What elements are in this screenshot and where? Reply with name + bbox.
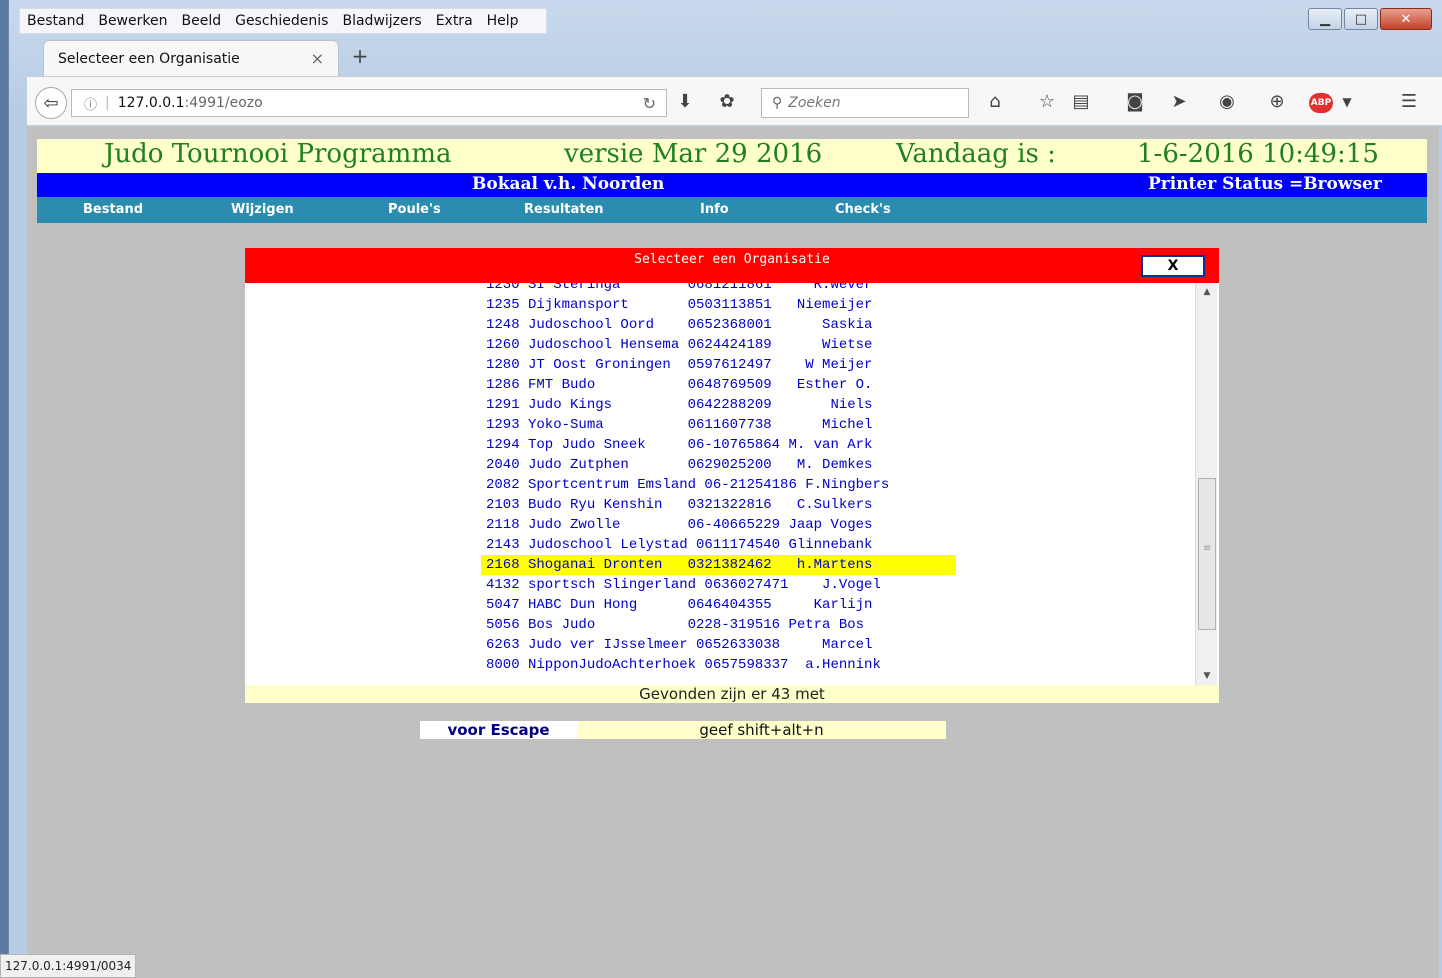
download-icon[interactable]: ⬇ [673, 91, 697, 112]
browser-tab[interactable]: Selecteer een Organisatie × [43, 40, 339, 76]
menu-item-wijzigen[interactable]: Wijzigen [231, 202, 294, 217]
menu-extra[interactable]: Extra [429, 13, 480, 29]
escape-shortcut: geef shift+alt+n [699, 721, 824, 739]
menu-item-poules[interactable]: Poule's [388, 202, 441, 217]
menubar: Bestand Bewerken Beeld Geschiedenis Blad… [19, 8, 547, 34]
search-placeholder: Zoeken [788, 95, 841, 111]
organisation-row[interactable]: 2082 Sportcentrum Emsland 06-21254186 F.… [481, 475, 956, 495]
dialog-title: Selecteer een Organisatie [634, 252, 830, 267]
reload-icon[interactable]: ↻ [643, 94, 656, 113]
chat-icon[interactable]: ◉ [1215, 91, 1239, 112]
organisation-row[interactable]: 2143 Judoschool Lelystad 0611174540 Glin… [481, 535, 956, 555]
close-window-button[interactable]: ✕ [1380, 8, 1432, 30]
maximize-button[interactable]: □ [1344, 8, 1378, 30]
scroll-up-icon[interactable]: ▲ [1196, 283, 1218, 301]
organisation-row[interactable]: 2168 Shoganai Dronten 0321382462 h.Marte… [481, 555, 956, 575]
scroll-down-icon[interactable]: ▼ [1196, 667, 1218, 685]
organisation-row[interactable]: 1260 Judoschool Hensema 0624424189 Wiets… [481, 335, 956, 355]
scroll-thumb[interactable]: ≡ [1198, 478, 1216, 630]
organisation-row[interactable]: 2040 Judo Zutphen 0629025200 M. Demkes [481, 455, 956, 475]
organisation-row[interactable]: 1280 JT Oost Groningen 0597612497 W Meij… [481, 355, 956, 375]
pocket-icon[interactable]: ◙ [1123, 91, 1147, 112]
grip-icon: ≡ [1203, 543, 1212, 554]
organisation-list: 1230 SI Steringa 0681211861 R.wever 1235 … [245, 283, 1195, 685]
organisation-row[interactable]: 8000 NipponJudoAchterhoek 0657598337 a.H… [481, 655, 956, 675]
organisation-row[interactable]: 2118 Judo Zwolle 06-40665229 Jaap Voges [481, 515, 956, 535]
close-icon: ✕ [1400, 11, 1412, 27]
menu-geschiedenis[interactable]: Geschiedenis [228, 13, 335, 29]
globe-icon[interactable]: ⊕ [1265, 91, 1289, 112]
info-icon[interactable]: ⓘ [84, 94, 97, 113]
current-datetime: 1-6-2016 10:49:15 [1137, 139, 1379, 169]
window-controls: ▁ □ ✕ [1308, 8, 1432, 30]
app-version: versie Mar 29 2016 [564, 139, 823, 169]
organisation-row[interactable]: 1286 FMT Budo 0648769509 Esther O. [481, 375, 956, 395]
send-icon[interactable]: ➤ [1167, 91, 1191, 112]
search-icon: ⚲ [772, 95, 783, 111]
organisation-row[interactable]: 6263 Judo ver IJsselmeer 0652633038 Marc… [481, 635, 956, 655]
app-title: Judo Tournooi Programma [104, 139, 452, 169]
organisation-row[interactable]: 1291 Judo Kings 0642288209 Niels [481, 395, 956, 415]
organisation-dialog: Selecteer een Organisatie X 1230 SI Ster… [245, 248, 1219, 703]
menu-item-info[interactable]: Info [700, 202, 729, 217]
organisation-row[interactable]: 1248 Judoschool Oord 0652368001 Saskia [481, 315, 956, 335]
bookmark-star-icon[interactable]: ☆ [1035, 91, 1059, 112]
menu-bewerken[interactable]: Bewerken [91, 13, 174, 29]
minimize-button[interactable]: ▁ [1308, 8, 1342, 30]
tab-title: Selecteer een Organisatie [58, 50, 240, 67]
menu-bestand[interactable]: Bestand [20, 13, 91, 29]
reading-list-icon[interactable]: ▤ [1069, 91, 1093, 112]
today-label: Vandaag is : [896, 139, 1056, 169]
chevron-down-icon[interactable]: ▼ [1335, 95, 1359, 109]
menu-help[interactable]: Help [480, 13, 526, 29]
printer-status: Printer Status =Browser [1148, 174, 1382, 194]
found-count: Gevonden zijn er 43 met [245, 685, 1219, 703]
tournament-bar: Bokaal v.h. Noorden Printer Status =Brow… [37, 173, 1427, 197]
organisation-row[interactable]: 1230 SI Steringa 0681211861 R.wever [481, 283, 956, 295]
menu-item-resultaten[interactable]: Resultaten [524, 202, 604, 217]
new-tab-button[interactable]: + [349, 44, 371, 68]
menu-item-checks[interactable]: Check's [835, 202, 891, 217]
escape-label: voor Escape [420, 721, 577, 739]
minimize-icon: ▁ [1320, 11, 1330, 27]
back-arrow-icon: ⇦ [43, 92, 59, 114]
app-header: Judo Tournooi Programma versie Mar 29 20… [37, 139, 1427, 173]
dialog-close-button[interactable]: X [1141, 255, 1205, 277]
search-input[interactable]: ⚲ Zoeken [761, 88, 969, 118]
tournament-name: Bokaal v.h. Noorden [472, 174, 665, 194]
organisation-row[interactable]: 2103 Budo Ryu Kenshin 0321322816 C.Sulke… [481, 495, 956, 515]
home-icon[interactable]: ⌂ [983, 91, 1007, 112]
organisation-row[interactable]: 1294 Top Judo Sneek 06-10765864 M. van A… [481, 435, 956, 455]
escape-hint: voor Escape geef shift+alt+n [420, 721, 946, 739]
status-url: 127.0.0.1:4991/0034 [0, 954, 137, 978]
menu-beeld[interactable]: Beeld [174, 13, 228, 29]
hamburger-menu-icon[interactable]: ☰ [1397, 91, 1421, 112]
browser-window: Bestand Bewerken Beeld Geschiedenis Blad… [8, 0, 1442, 978]
organisation-row[interactable]: 1235 Dijkmansport 0503113851 Niemeijer [481, 295, 956, 315]
adblock-icon[interactable]: ABP [1309, 93, 1333, 113]
url-separator: | [105, 95, 110, 111]
organisation-row[interactable]: 5047 HABC Dun Hong 0646404355 Karlijn [481, 595, 956, 615]
url-path: :4991/eozo [184, 95, 263, 111]
page-content: Judo Tournooi Programma versie Mar 29 20… [27, 127, 1439, 978]
organisation-row[interactable]: 4132 sportsch Slingerland 0636027471 J.V… [481, 575, 956, 595]
tab-close-icon[interactable]: × [311, 49, 324, 68]
organisation-row[interactable]: 1293 Yoko-Suma 0611607738 Michel [481, 415, 956, 435]
app-menu: Bestand Wijzigen Poule's Resultaten Info… [37, 197, 1427, 223]
organisation-row[interactable]: 5056 Bos Judo 0228-319516 Petra Bos [481, 615, 956, 635]
url-host: 127.0.0.1 [117, 95, 185, 111]
dialog-header: Selecteer een Organisatie X [245, 248, 1219, 283]
maximize-icon: □ [1354, 11, 1368, 27]
url-bar[interactable]: ⓘ | 127.0.0.1 :4991/eozo ↻ [71, 89, 667, 117]
back-button[interactable]: ⇦ [35, 87, 67, 119]
extension-icon[interactable]: ✿ [715, 91, 739, 112]
menu-item-bestand[interactable]: Bestand [83, 202, 143, 217]
list-scrollbar[interactable]: ▲ ≡ ▼ [1195, 283, 1217, 685]
menu-bladwijzers[interactable]: Bladwijzers [335, 13, 428, 29]
navigation-toolbar: ⇦ ⓘ | 127.0.0.1 :4991/eozo ↻ ⬇ ✿ ⚲ Zoeke… [27, 76, 1442, 126]
